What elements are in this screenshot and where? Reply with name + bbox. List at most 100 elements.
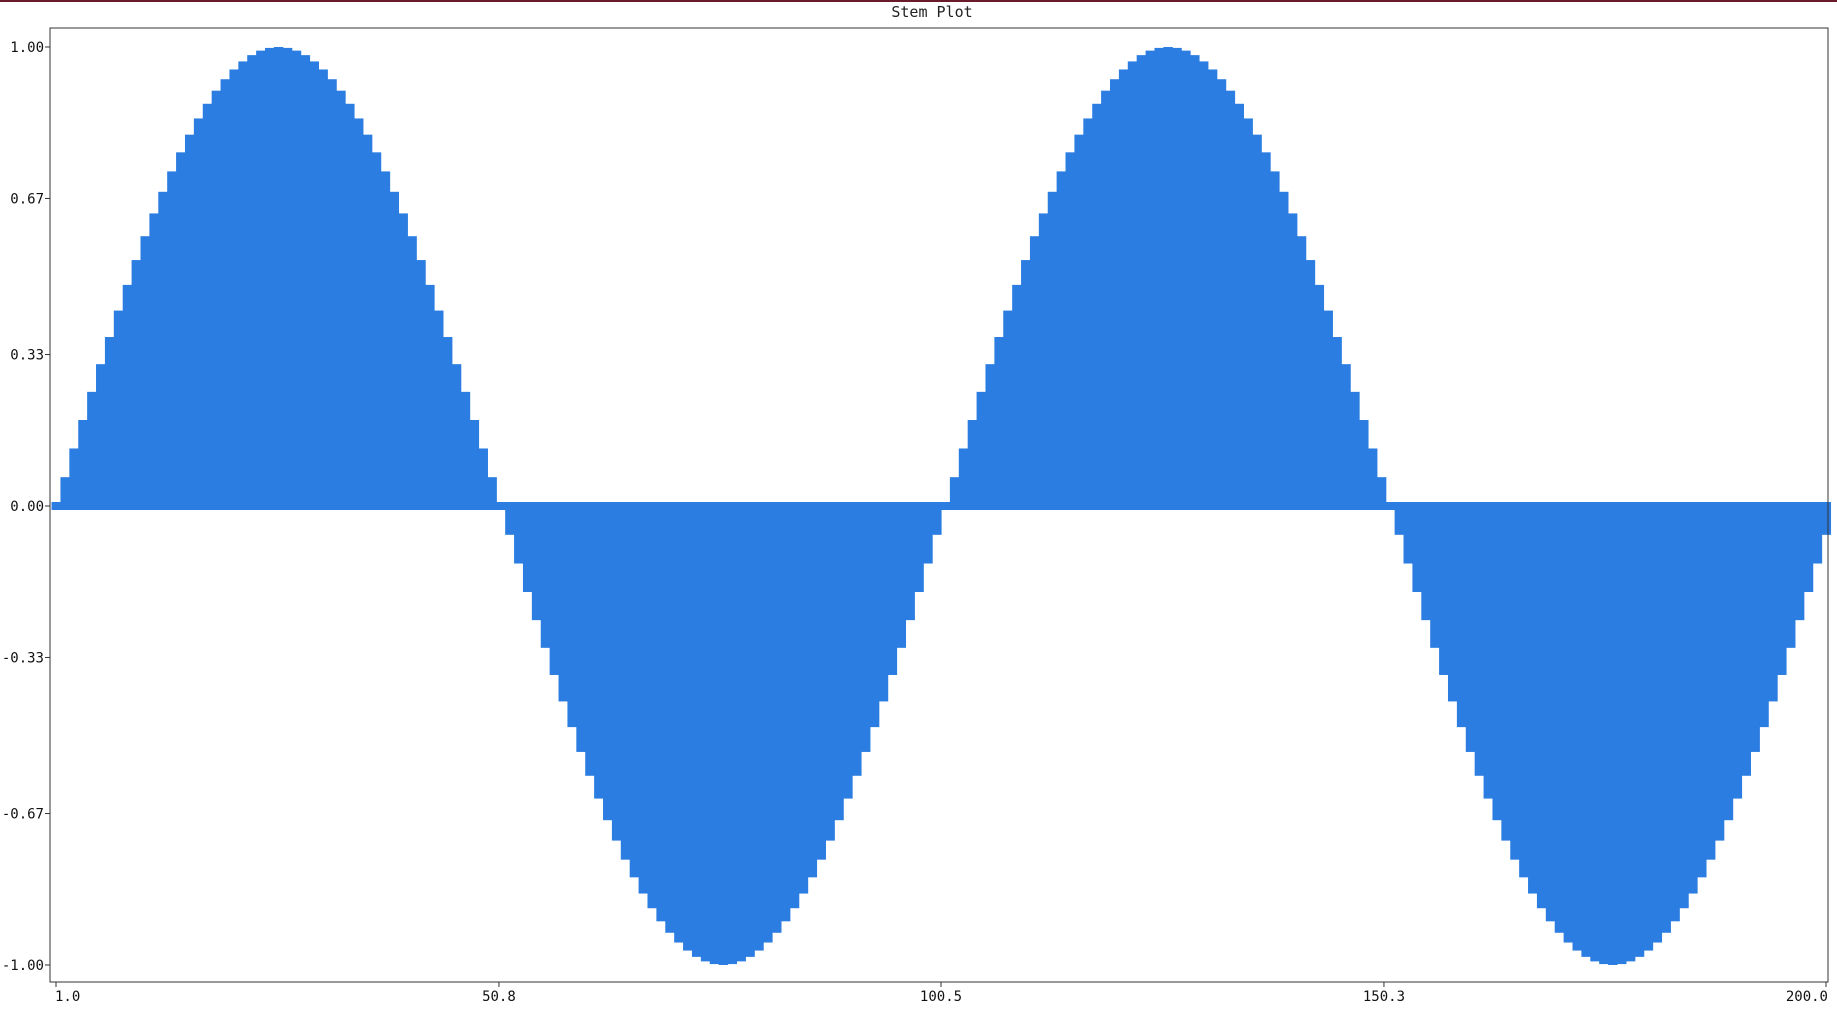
stem-bar [1278,191,1289,511]
stem-bar [1109,79,1120,510]
stem-bar [576,502,586,752]
x-tick-label: 1.0 [55,989,80,1005]
stem-bar [1714,502,1725,841]
stem-bar [1065,152,1076,510]
y-tick-label: -1.00 [2,958,44,974]
stem-bar [611,502,622,841]
stem-bar [122,284,133,510]
stem-bar [51,502,62,510]
stem-bar [1803,502,1814,593]
stem-bar [736,502,746,962]
stem-bar [1465,502,1476,752]
stem-bar [905,502,915,621]
stem-bar [1421,502,1431,621]
stem-bar [1705,502,1716,860]
stem-bar [407,236,417,510]
stem-bar [976,391,987,510]
stem-bar [1234,103,1245,510]
stem-bar [1101,90,1111,511]
stem-bar [1750,502,1760,752]
stem-bar [247,55,257,510]
stem-bar [860,502,871,752]
stem-bar [113,310,124,510]
stem-bar [1145,50,1156,511]
stem-bar [220,79,231,510]
stem-bar [1608,502,1618,965]
stem-bar [353,118,364,510]
stem-bar [1341,364,1351,510]
stem-bar [1305,260,1316,510]
stem-bar [336,90,346,511]
stem-bar [1599,502,1609,965]
stem-bar [1181,50,1191,511]
stem-bar [522,502,533,593]
stem-plot-chart: 1.000.670.330.00-0.33-0.67-1.00 1.0 50.8 1… [2,27,1832,1005]
stem-bar [691,502,702,957]
stem-bar [558,502,569,702]
stem-bar [1083,118,1093,510]
stem-bar [389,191,400,511]
stem-bar [1296,236,1307,510]
stem-bar [309,61,319,511]
stem-bar [665,502,675,933]
bars-group [51,47,1832,965]
stem-bar [1510,502,1520,860]
stem-bar [514,502,524,564]
stem-bar [1545,502,1556,922]
stem-bar [869,502,880,728]
stem-bar [647,502,657,909]
stem-bar [69,448,79,510]
stem-bar [1074,134,1084,510]
stem-bar [603,502,613,821]
stem-bar [1198,61,1209,511]
stem-bar [1376,477,1387,510]
stem-bar [1652,502,1663,943]
stem-bar [1287,213,1298,511]
stem-bar [1590,502,1600,962]
stem-bar [1367,448,1378,510]
stem-bar [1723,502,1734,821]
stem-bar [1412,502,1422,593]
stem-bar [629,502,640,878]
stem-bar [1785,502,1796,648]
stem-bar [941,502,951,510]
stem-bar [1439,502,1449,675]
stem-bar [549,502,560,675]
stem-bar [425,284,435,510]
x-tick-label: 50.8 [482,989,516,1005]
stem-bar [816,502,826,860]
stem-bar [1127,61,1138,511]
stem-bar [1492,502,1502,821]
stem-bar [852,502,862,776]
stem-bar [1670,502,1680,922]
stem-bar [567,502,577,728]
stem-bar [718,502,729,965]
stem-bar [60,477,70,510]
stem-bar [1679,502,1689,909]
stem-bar [1528,502,1538,894]
stem-bar [78,419,88,510]
stem-bar [985,364,995,510]
stem-bar [1225,90,1236,511]
y-tick-label: -0.33 [2,650,44,666]
stem-bar [789,502,800,909]
stem-bar [1270,171,1280,510]
stem-bar [967,419,978,510]
stem-bar [1003,310,1013,510]
stem-bar [256,50,266,511]
stem-bar [1190,55,1200,510]
stem-bar [362,134,373,510]
y-tick-label: 0.67 [10,191,44,207]
stem-bar [371,152,382,510]
stem-bar [442,337,453,510]
stem-bar [1581,502,1591,957]
stem-bar [184,134,195,510]
stem-bar [763,502,773,943]
stem-bar [1038,213,1049,511]
stem-bar [202,103,213,510]
stem-bar [754,502,764,951]
stem-bar [878,502,889,702]
stem-bar [1554,502,1565,933]
stem-bar [1456,502,1467,728]
stem-bar [380,171,391,510]
